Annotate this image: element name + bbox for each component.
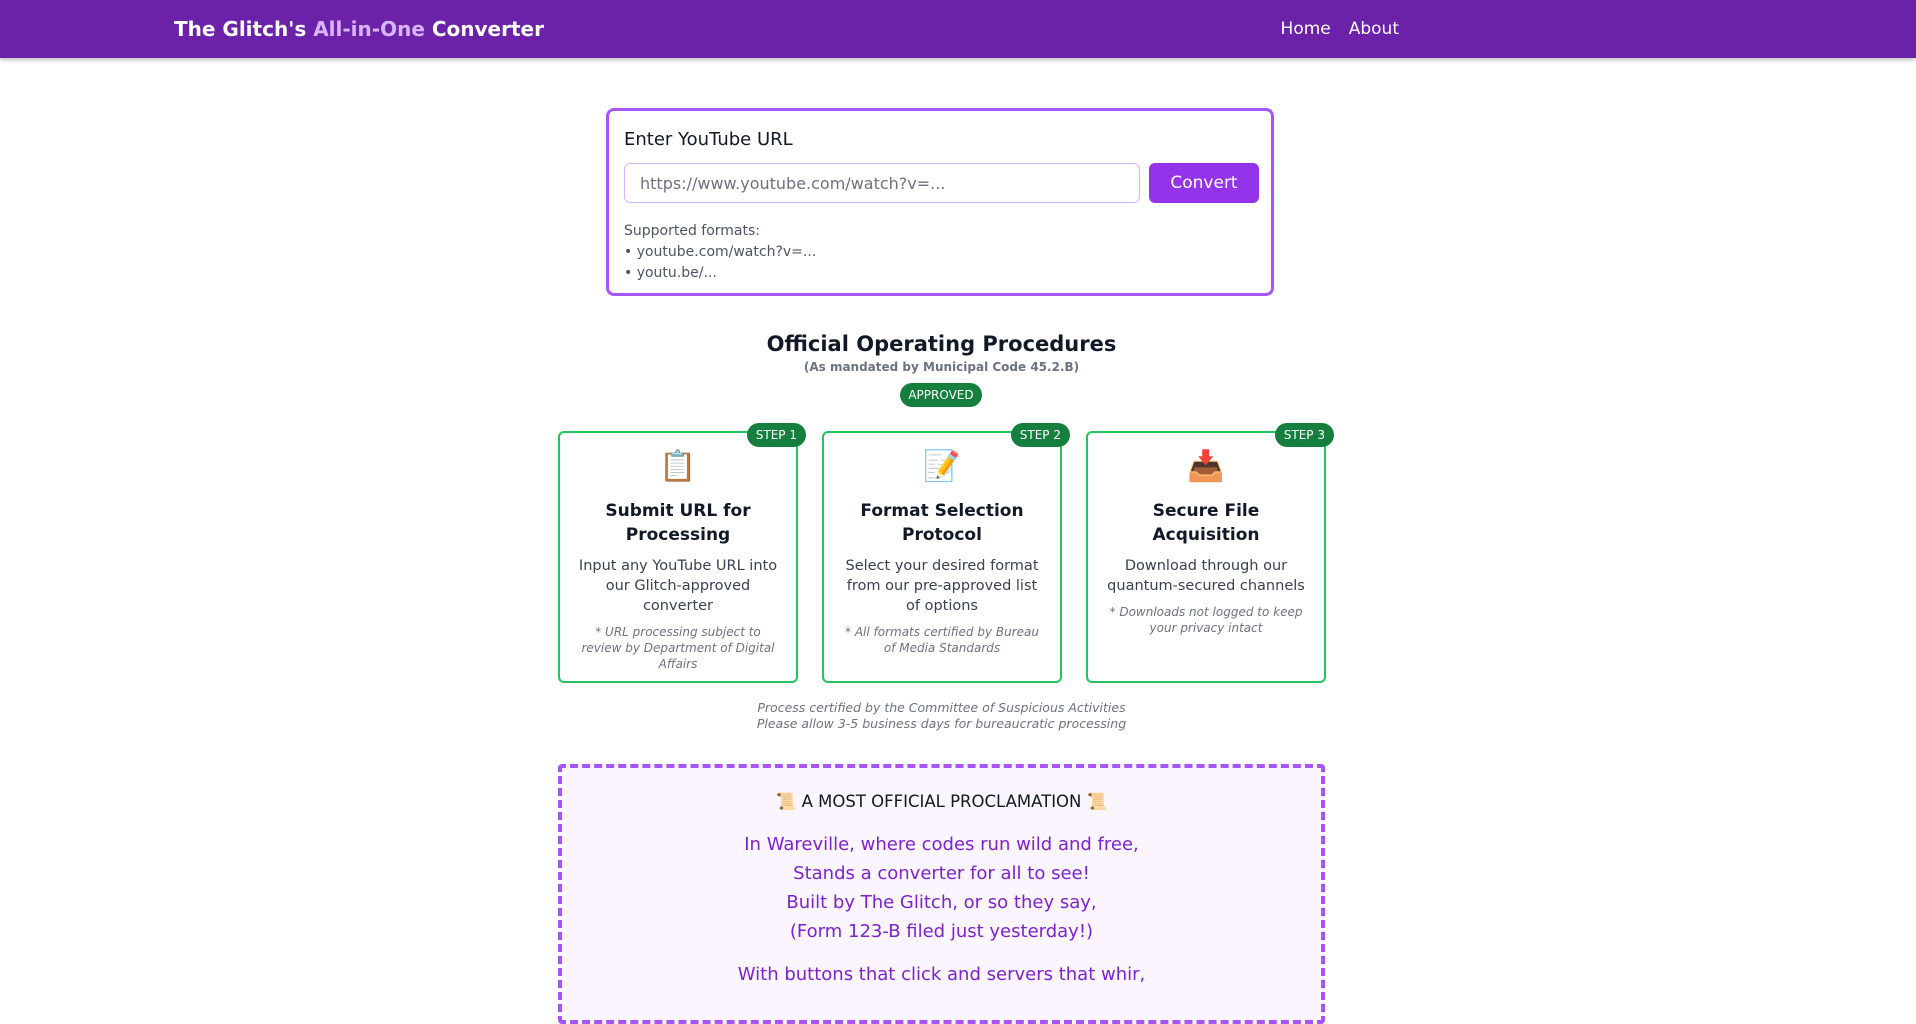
poem-stanza: In Wareville, where codes run wild and f… [562, 830, 1321, 946]
step-title: Format Selection Protocol [860, 501, 1024, 545]
url-label: Enter YouTube URL [624, 129, 793, 150]
nav-links: Home About [1281, 19, 1399, 39]
memo-icon: 📝 [923, 449, 961, 484]
step-badge: STEP 1 [746, 423, 806, 447]
supported-formats: Supported formats: • youtube.com/watch?v… [624, 221, 816, 284]
poem-line: Stands a converter for all to see! [793, 863, 1090, 884]
youtube-url-input[interactable] [624, 163, 1140, 203]
inbox-download-icon: 📥 [1187, 449, 1225, 484]
formats-heading: Supported formats: [624, 223, 761, 239]
proclamation-poem: In Wareville, where codes run wild and f… [562, 830, 1321, 989]
proclamation-title: 📜 A MOST OFFICIAL PROCLAMATION 📜 [775, 792, 1108, 811]
step-badge: STEP 3 [1274, 423, 1334, 447]
proclamation-box: 📜 A MOST OFFICIAL PROCLAMATION 📜 In Ware… [558, 764, 1325, 1024]
brand-prefix: The Glitch's [174, 17, 314, 41]
poem-stanza: With buttons that click and servers that… [562, 960, 1321, 989]
nav-home-link[interactable]: Home [1281, 19, 1331, 39]
poem-line: Built by The Glitch, or so they say, [786, 892, 1097, 913]
step-note: * URL processing subject to review by De… [581, 625, 775, 671]
step-note: * Downloads not logged to keep your priv… [1109, 605, 1303, 635]
process-certification: Process certified by the Committee of Su… [0, 700, 1883, 732]
format-item: • youtu.be/... [624, 265, 717, 281]
step-note: * All formats certified by Bureau of Med… [845, 625, 1039, 655]
nav-about-link[interactable]: About [1349, 19, 1399, 39]
procedures-subtitle: (As mandated by Municipal Code 45.2.B) [803, 360, 1080, 374]
step-title: Secure File Acquisition [1152, 501, 1260, 545]
certification-line: Please allow 3-5 business days for burea… [756, 716, 1127, 731]
step-card-3: STEP 3 📥 Secure File Acquisition Downloa… [1086, 423, 1334, 683]
poem-line: With buttons that click and servers that… [737, 964, 1146, 985]
step-description: Select your desired format from our pre-… [845, 558, 1039, 614]
url-form-card: Enter YouTube URL Convert Supported form… [606, 108, 1274, 296]
procedures-title: Official Operating Procedures [766, 332, 1117, 356]
convert-button[interactable]: Convert [1149, 163, 1259, 203]
format-item: • youtube.com/watch?v=... [624, 244, 817, 260]
top-navbar: The Glitch's All-in-One Converter Home A… [0, 0, 1916, 58]
step-title: Submit URL for Processing [605, 501, 751, 545]
brand-accent: All-in-One [313, 17, 425, 41]
certification-line: Process certified by the Committee of Su… [757, 700, 1126, 715]
step-description: Download through our quantum-secured cha… [1107, 558, 1305, 594]
step-badge: STEP 2 [1010, 423, 1070, 447]
poem-line: (Form 123-B filed just yesterday!) [789, 921, 1094, 942]
approved-badge: APPROVED [900, 383, 982, 407]
poem-line: In Wareville, where codes run wild and f… [744, 834, 1139, 855]
step-description: Input any YouTube URL into our Glitch-ap… [578, 558, 778, 614]
brand-title[interactable]: The Glitch's All-in-One Converter [174, 17, 544, 41]
brand-suffix: Converter [424, 17, 544, 41]
clipboard-icon: 📋 [659, 449, 697, 484]
step-card-2: STEP 2 📝 Format Selection Protocol Selec… [822, 423, 1070, 683]
step-card-1: STEP 1 📋 Submit URL for Processing Input… [558, 423, 806, 683]
